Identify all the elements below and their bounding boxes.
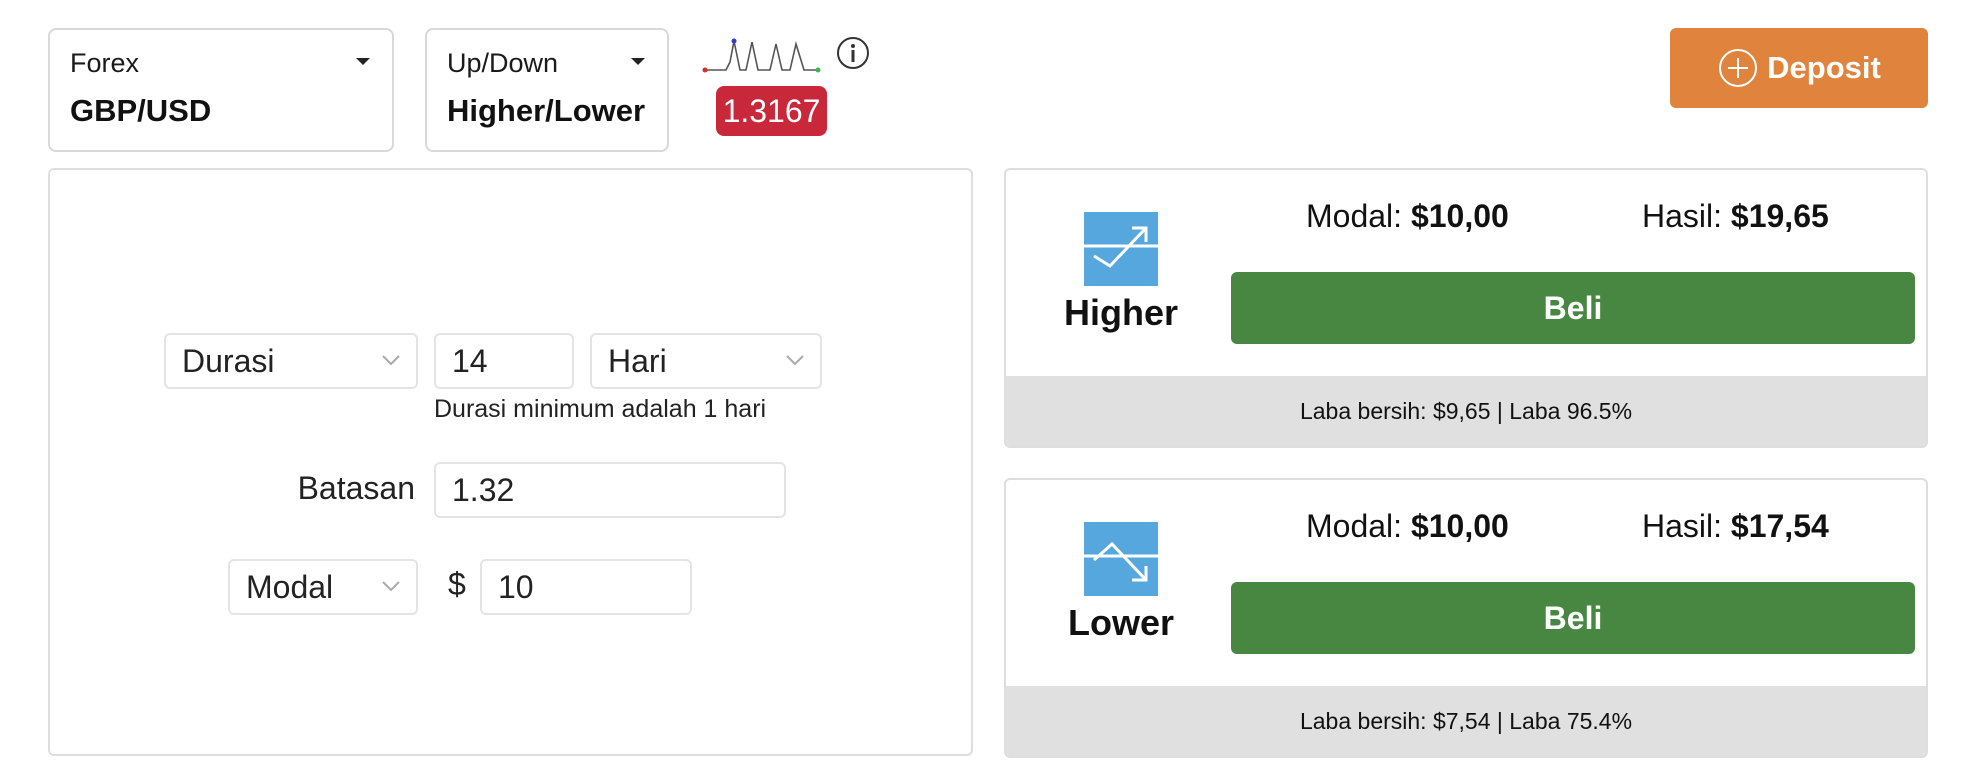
price-sparkline-icon [702,38,821,73]
caret-down-icon [631,58,645,65]
duration-unit-select[interactable]: Hari [590,333,822,389]
stake-label: Modal: [1306,508,1403,544]
profit-summary: Laba bersih: $9,65 | Laba 96.5% [1006,376,1926,446]
limit-label: Batasan [297,470,415,506]
limit-input[interactable]: 1.32 [434,462,786,518]
stake-amount: Modal: $10,00 [1306,198,1509,235]
buy-higher-button[interactable]: Beli [1231,272,1915,344]
chevron-down-icon [382,355,400,366]
stake-value: $10,00 [1410,198,1509,234]
currency-symbol: $ [448,566,466,602]
trend-down-icon [1084,522,1158,596]
market-value: GBP/USD [70,93,212,128]
chevron-down-icon [382,581,400,592]
duration-type-value: Durasi [182,343,275,379]
deposit-label: Deposit [1767,50,1881,85]
option-name: Lower [1067,602,1174,643]
option-name: Higher [1063,292,1178,333]
amount-input[interactable]: 10 [480,559,692,615]
stake-value: $10,00 [1410,508,1509,544]
payout-label: Hasil: [1642,508,1723,544]
option-card-lower: Lower Modal: $10,00 Hasil: $17,54 Beli L… [1004,478,1928,758]
payout-amount: Hasil: $17,54 [1642,508,1829,545]
buy-lower-button[interactable]: Beli [1231,582,1915,654]
trend-up-icon [1084,212,1158,286]
option-type-category: Up/Down [447,48,559,78]
current-price-badge: 1.3167 [716,86,827,136]
amount-type-value: Modal [246,569,334,605]
amount-input-value: 10 [498,569,534,605]
payout-label: Hasil: [1642,198,1723,234]
payout-value: $19,65 [1730,198,1829,234]
payout-amount: Hasil: $19,65 [1642,198,1829,235]
caret-down-icon [356,58,370,65]
deposit-button[interactable]: Deposit [1670,28,1928,108]
market-category: Forex [70,48,140,78]
stake-amount: Modal: $10,00 [1306,508,1509,545]
duration-input-value: 14 [452,343,488,379]
duration-input[interactable]: 14 [434,333,574,389]
option-type-value: Higher/Lower [447,93,646,128]
amount-type-select[interactable]: Modal [228,559,418,615]
chevron-down-icon [786,355,804,366]
duration-unit-value: Hari [608,343,667,379]
option-card-higher: Higher Modal: $10,00 Hasil: $19,65 Beli … [1004,168,1928,448]
duration-type-select[interactable]: Durasi [164,333,418,389]
stake-label: Modal: [1306,198,1403,234]
payout-value: $17,54 [1730,508,1829,544]
plus-circle-icon [1719,49,1758,87]
duration-hint: Durasi minimum adalah 1 hari [434,395,767,423]
info-icon[interactable] [836,36,870,70]
limit-input-value: 1.32 [452,472,515,508]
option-type-selector[interactable]: Up/Down Higher/Lower [425,28,669,152]
trade-form-panel: Durasi 14 Hari Durasi minimum adalah 1 h… [48,168,973,756]
market-selector[interactable]: Forex GBP/USD [48,28,394,152]
profit-summary: Laba bersih: $7,54 | Laba 75.4% [1006,686,1926,756]
